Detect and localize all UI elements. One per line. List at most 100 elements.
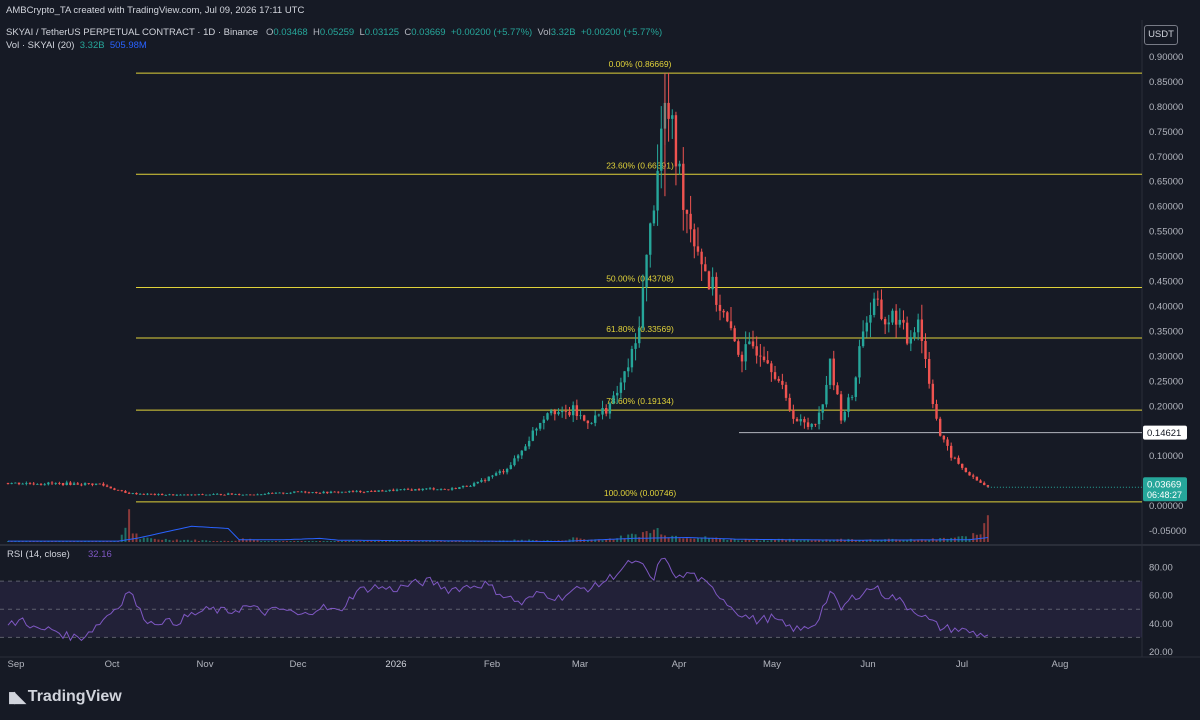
price-tick-label: 0.30000 <box>1149 351 1183 362</box>
volume-bar <box>326 541 329 542</box>
candle-body <box>47 482 50 485</box>
candle-body <box>304 491 307 493</box>
candle-body <box>461 485 465 488</box>
volume-bar <box>810 540 813 542</box>
candle-body <box>542 419 546 423</box>
volume-bar <box>645 531 648 542</box>
support-price-label: 0.14621 <box>1147 428 1181 439</box>
candle-body <box>186 494 190 496</box>
candle-body <box>586 420 590 424</box>
volume-bar <box>263 541 266 542</box>
volume-bar <box>741 540 743 542</box>
candle-body <box>516 455 520 459</box>
volume-bar <box>205 540 208 542</box>
volume-bar <box>340 541 343 542</box>
candle-body <box>836 385 839 395</box>
volume-bar <box>230 540 233 542</box>
candle-body <box>274 492 278 494</box>
candle-body <box>432 488 435 490</box>
volume-bar <box>344 541 347 542</box>
volume-bar <box>785 540 788 542</box>
candle-body <box>527 440 531 447</box>
price-tick-label: 0.25000 <box>1149 376 1183 387</box>
candle-body <box>590 422 593 424</box>
volume-bar <box>234 540 237 542</box>
volume-bar <box>601 540 604 542</box>
candle-body <box>135 492 138 495</box>
volume-bar <box>964 536 967 542</box>
volume-bar <box>260 541 263 542</box>
fib-level-label: 50.00% (0.43708) <box>606 273 674 283</box>
volume-bar <box>183 539 186 542</box>
candle-body <box>282 492 285 494</box>
candle-body <box>920 319 924 341</box>
volume-bar <box>289 541 292 542</box>
price-tick-label: 0.80000 <box>1149 102 1183 113</box>
candle-body <box>58 483 61 484</box>
candle-body <box>359 490 362 492</box>
volume-bar <box>385 541 388 542</box>
candle-body <box>94 483 98 485</box>
volume-bar <box>704 536 707 542</box>
rsi-title: RSI (14, close) <box>7 549 70 560</box>
candle-body <box>6 483 10 485</box>
volume-bar <box>197 540 200 542</box>
candle-body <box>333 491 336 493</box>
fib-level-label: 100.00% (0.00746) <box>604 488 676 498</box>
candle-body <box>197 494 201 496</box>
candle-body <box>931 383 935 405</box>
candle-body <box>315 492 318 493</box>
time-tick-label: 2026 <box>385 659 406 670</box>
candle-body <box>711 276 714 290</box>
volume-bar <box>696 538 699 542</box>
volume-bar <box>876 540 879 542</box>
time-tick-label: Jun <box>860 659 875 670</box>
candle-body <box>938 418 942 436</box>
candle-body <box>223 494 226 496</box>
candle-body <box>289 492 292 494</box>
candle-body <box>935 404 938 419</box>
volume-bar <box>656 528 659 542</box>
candle-body <box>326 491 329 494</box>
candle-body <box>619 382 623 393</box>
candle-body <box>164 494 168 496</box>
candle-body <box>854 377 857 397</box>
candle-body <box>876 298 879 300</box>
candle-body <box>201 494 204 496</box>
volume-bar <box>322 541 325 542</box>
candle-body <box>491 475 494 477</box>
price-tick-label: 0.60000 <box>1149 202 1183 213</box>
candle-body <box>87 483 90 484</box>
volume-bar <box>983 523 986 542</box>
rsi-value: 32.16 <box>88 549 112 560</box>
candle-body <box>227 493 230 495</box>
volume-bar <box>766 540 769 542</box>
time-tick-label: Feb <box>484 659 500 670</box>
volume-bar <box>880 540 883 542</box>
volume-bar <box>208 540 211 542</box>
price-tick-label: 0.55000 <box>1149 227 1183 238</box>
candle-body <box>245 494 248 496</box>
candle-body <box>285 493 289 495</box>
candle-body <box>560 411 564 413</box>
candle-body <box>616 392 619 396</box>
volume-bar <box>212 541 215 542</box>
candle-body <box>483 480 487 481</box>
candle-body <box>322 491 325 494</box>
candle-body <box>230 493 234 495</box>
price-tick-label: 0.45000 <box>1149 277 1183 288</box>
volume-bar <box>175 539 178 542</box>
candle-body <box>601 407 604 415</box>
candle-body <box>428 488 432 490</box>
candle-body <box>667 102 670 119</box>
candle-body <box>80 484 83 486</box>
candle-body <box>190 494 193 496</box>
price-tick-label: 0.90000 <box>1149 52 1183 63</box>
tradingview-logo[interactable]: ▮◣ TradingView <box>8 688 122 706</box>
candle-body <box>425 488 428 490</box>
volume-bar <box>374 541 376 542</box>
price-chart-svg[interactable]: 0.90000 0.85000 0.80000 0.75000 0.70000 0.650… <box>0 0 1200 720</box>
candle-body <box>149 493 153 495</box>
candle-body <box>880 299 883 320</box>
candle-body <box>238 494 241 496</box>
